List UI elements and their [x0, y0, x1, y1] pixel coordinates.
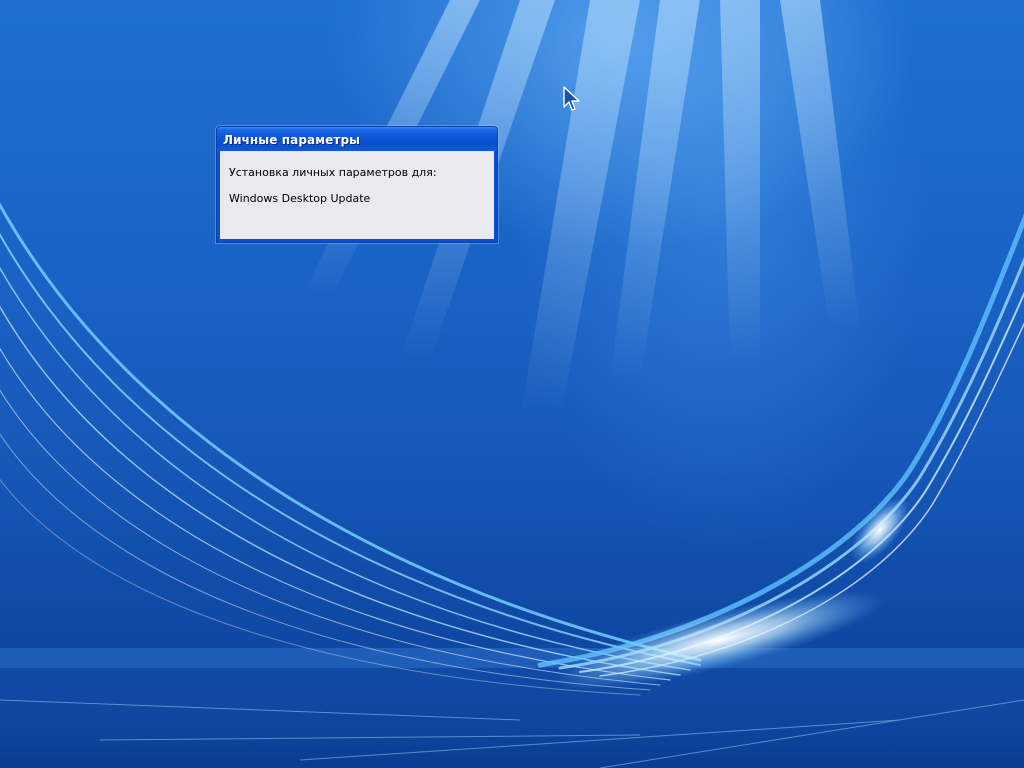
dialog-content: Установка личных параметров для: Windows…: [220, 151, 494, 239]
status-message: Установка личных параметров для:: [229, 166, 437, 179]
wallpaper-swoosh: [0, 0, 1024, 768]
dialog-titlebar[interactable]: Личные параметры: [217, 127, 497, 151]
component-name: Windows Desktop Update: [229, 192, 371, 205]
dialog-title: Личные параметры: [223, 133, 361, 147]
personal-settings-dialog: Личные параметры Установка личных параме…: [216, 126, 498, 243]
arrow-cursor-icon: [563, 86, 580, 111]
desktop: Личные параметры Установка личных параме…: [0, 0, 1024, 768]
